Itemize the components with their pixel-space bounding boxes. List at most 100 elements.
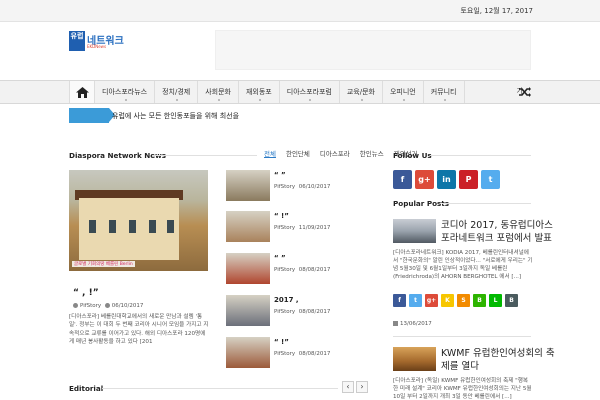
article-thumbnail[interactable] <box>226 337 270 368</box>
category-tab[interactable]: 전체 <box>264 148 276 158</box>
nav-item[interactable]: 사회문화 <box>198 81 239 103</box>
share-icon[interactable]: g+ <box>425 294 438 307</box>
window <box>109 220 116 233</box>
author-name[interactable]: PifStory <box>274 267 295 273</box>
popular-section-heading: Popular Posts <box>393 199 450 208</box>
heading-divider <box>442 203 531 204</box>
article-title[interactable]: “ !” <box>274 212 289 220</box>
site-logo[interactable]: 유럽 네트워크 EKDNews <box>69 31 131 51</box>
publish-date: 06/10/2017 <box>298 184 331 190</box>
follow-section-heading: Follow Us <box>393 151 432 160</box>
nav-item[interactable]: 디아스포라뉴스 <box>95 81 156 103</box>
share-buttons: f t g+ K S B L B <box>393 294 521 307</box>
nav-item[interactable]: 정치/경제 <box>155 81 199 103</box>
share-icon[interactable]: B <box>473 294 486 307</box>
publish-date: 06/10/2017 <box>111 303 144 309</box>
article-title[interactable]: “ !” <box>274 338 289 346</box>
author-name[interactable]: PifStory <box>274 225 295 231</box>
heading-divider <box>102 388 338 389</box>
breaking-news-tag <box>69 108 115 123</box>
author-name[interactable]: PifStory <box>274 309 295 315</box>
article-meta: PifStory 08/08/2017 <box>274 309 330 315</box>
popular-post-title[interactable]: KWMF 유럽한인여성회의 축제를 열다 <box>441 347 561 373</box>
current-date: 토요일, 12월 17, 2017 <box>460 7 533 15</box>
article-thumbnail[interactable] <box>226 211 270 242</box>
article-meta: PifStory 11/09/2017 <box>274 225 330 231</box>
author-name[interactable]: PifStory <box>274 351 295 357</box>
logo-mark: 유럽 <box>69 31 85 51</box>
clock-icon <box>104 303 110 308</box>
nav-item[interactable]: 오피니언 <box>383 81 424 103</box>
article-meta: PifStory 08/08/2017 <box>274 351 330 357</box>
popular-post-excerpt: [디아스포라네트워크] KODIA 2017, 베를린인터내셔널에서 "한국문화… <box>393 250 533 280</box>
publish-date: 08/08/2017 <box>298 309 331 315</box>
popular-post-thumbnail[interactable] <box>393 347 436 371</box>
social-follow-icon[interactable]: in <box>437 170 456 189</box>
category-tab[interactable]: 한인뉴스 <box>360 148 384 158</box>
main-navigation: 디아스포라뉴스 정치/경제 사회문화 재외동포 디아스포라포럼 교육/문화 오피니언 커뮤니티… <box>0 80 600 104</box>
article-list-item[interactable]: 2017 , PifStory 08/08/2017 <box>226 295 376 327</box>
article-title[interactable]: “ ” <box>274 254 286 262</box>
editorial-section-heading: Editorial <box>69 384 104 393</box>
window <box>167 220 174 233</box>
featured-article-image[interactable]: 글로벌 기회의땅 베를린 Berlin <box>69 170 208 271</box>
logo-subtitle: EKDNews <box>87 44 107 49</box>
article-title[interactable]: “ ” <box>274 171 286 179</box>
calendar-icon <box>393 321 398 326</box>
header-ad-banner[interactable] <box>215 30 531 70</box>
article-list-item[interactable]: “ !” PifStory 08/08/2017 <box>226 337 376 369</box>
social-follow-icon[interactable]: t <box>481 170 500 189</box>
author-name[interactable]: PifStory <box>80 303 101 309</box>
share-icon[interactable]: f <box>393 294 406 307</box>
popular-post-date: 13/06/2017 <box>393 321 432 327</box>
article-thumbnail[interactable] <box>226 253 270 284</box>
featured-article-title[interactable]: “ , !” <box>73 288 99 298</box>
home-icon[interactable] <box>69 81 95 103</box>
social-follow-icons: f g+ in Pt <box>393 170 503 189</box>
article-list-item[interactable]: “ !” PifStory 11/09/2017 <box>226 211 376 243</box>
article-meta: PifStory 08/08/2017 <box>274 267 330 273</box>
publish-date: 08/08/2017 <box>298 351 331 357</box>
social-follow-icon[interactable]: P <box>459 170 478 189</box>
social-follow-icon[interactable]: g+ <box>415 170 434 189</box>
author-name[interactable]: PifStory <box>274 184 295 190</box>
shuffle-icon[interactable] <box>518 85 532 99</box>
share-icon[interactable]: K <box>441 294 454 307</box>
featured-article-excerpt: [디아스포라] 베를린대학교에서의 새로운 만남과 설렘 '통일'. 정부는 이… <box>69 314 209 346</box>
share-icon[interactable]: B <box>505 294 518 307</box>
author-icon <box>73 303 78 308</box>
article-list-item[interactable]: “ ” PifStory 08/08/2017 <box>226 253 376 285</box>
prev-page-button[interactable]: ‹ <box>342 381 354 393</box>
window <box>89 220 96 233</box>
social-follow-icon[interactable]: f <box>393 170 412 189</box>
publish-date: 11/09/2017 <box>298 225 331 231</box>
image-caption: 글로벌 기회의땅 베를린 Berlin <box>72 261 135 267</box>
nav-item[interactable]: 커뮤니티 <box>424 81 465 103</box>
category-tab[interactable]: 디아스포라 <box>320 148 350 158</box>
nav-item[interactable]: 교육/문화 <box>340 81 383 103</box>
window <box>149 220 156 233</box>
news-ticker-text[interactable]: 유럽에 사는 모든 한인동포들을 위해 최선을 <box>112 111 239 121</box>
nav-item[interactable]: 재외동포 <box>239 81 280 103</box>
post-divider <box>393 336 531 337</box>
heading-divider <box>430 155 531 156</box>
share-icon[interactable]: L <box>489 294 502 307</box>
popular-post-thumbnail[interactable] <box>393 219 436 243</box>
share-icon[interactable]: S <box>457 294 470 307</box>
date-text: 13/06/2017 <box>400 321 432 327</box>
share-icon[interactable]: t <box>409 294 422 307</box>
article-thumbnail[interactable] <box>226 170 270 201</box>
nav-item[interactable]: 디아스포라포럼 <box>280 81 340 103</box>
category-tab[interactable]: 한인단체 <box>286 148 310 158</box>
next-page-button[interactable]: › <box>356 381 368 393</box>
article-title[interactable]: 2017 , <box>274 296 299 304</box>
popular-post-title[interactable]: 코디아 2017, 동유럽디아스포라네트워크 포럼에서 발표 <box>441 219 561 245</box>
top-bar: 토요일, 12월 17, 2017 <box>0 0 600 22</box>
window <box>129 220 136 233</box>
article-thumbnail[interactable] <box>226 295 270 326</box>
article-list-item[interactable]: “ ” PifStory 06/10/2017 <box>226 170 376 202</box>
heading-divider <box>152 155 257 156</box>
popular-post-excerpt: [디아스포라] (독일) KWMF 유럽한인여성회의 축제 "행복한 미래 설계… <box>393 378 532 400</box>
featured-article-meta: PifStory 06/10/2017 <box>73 303 143 309</box>
article-meta: PifStory 06/10/2017 <box>274 184 330 190</box>
